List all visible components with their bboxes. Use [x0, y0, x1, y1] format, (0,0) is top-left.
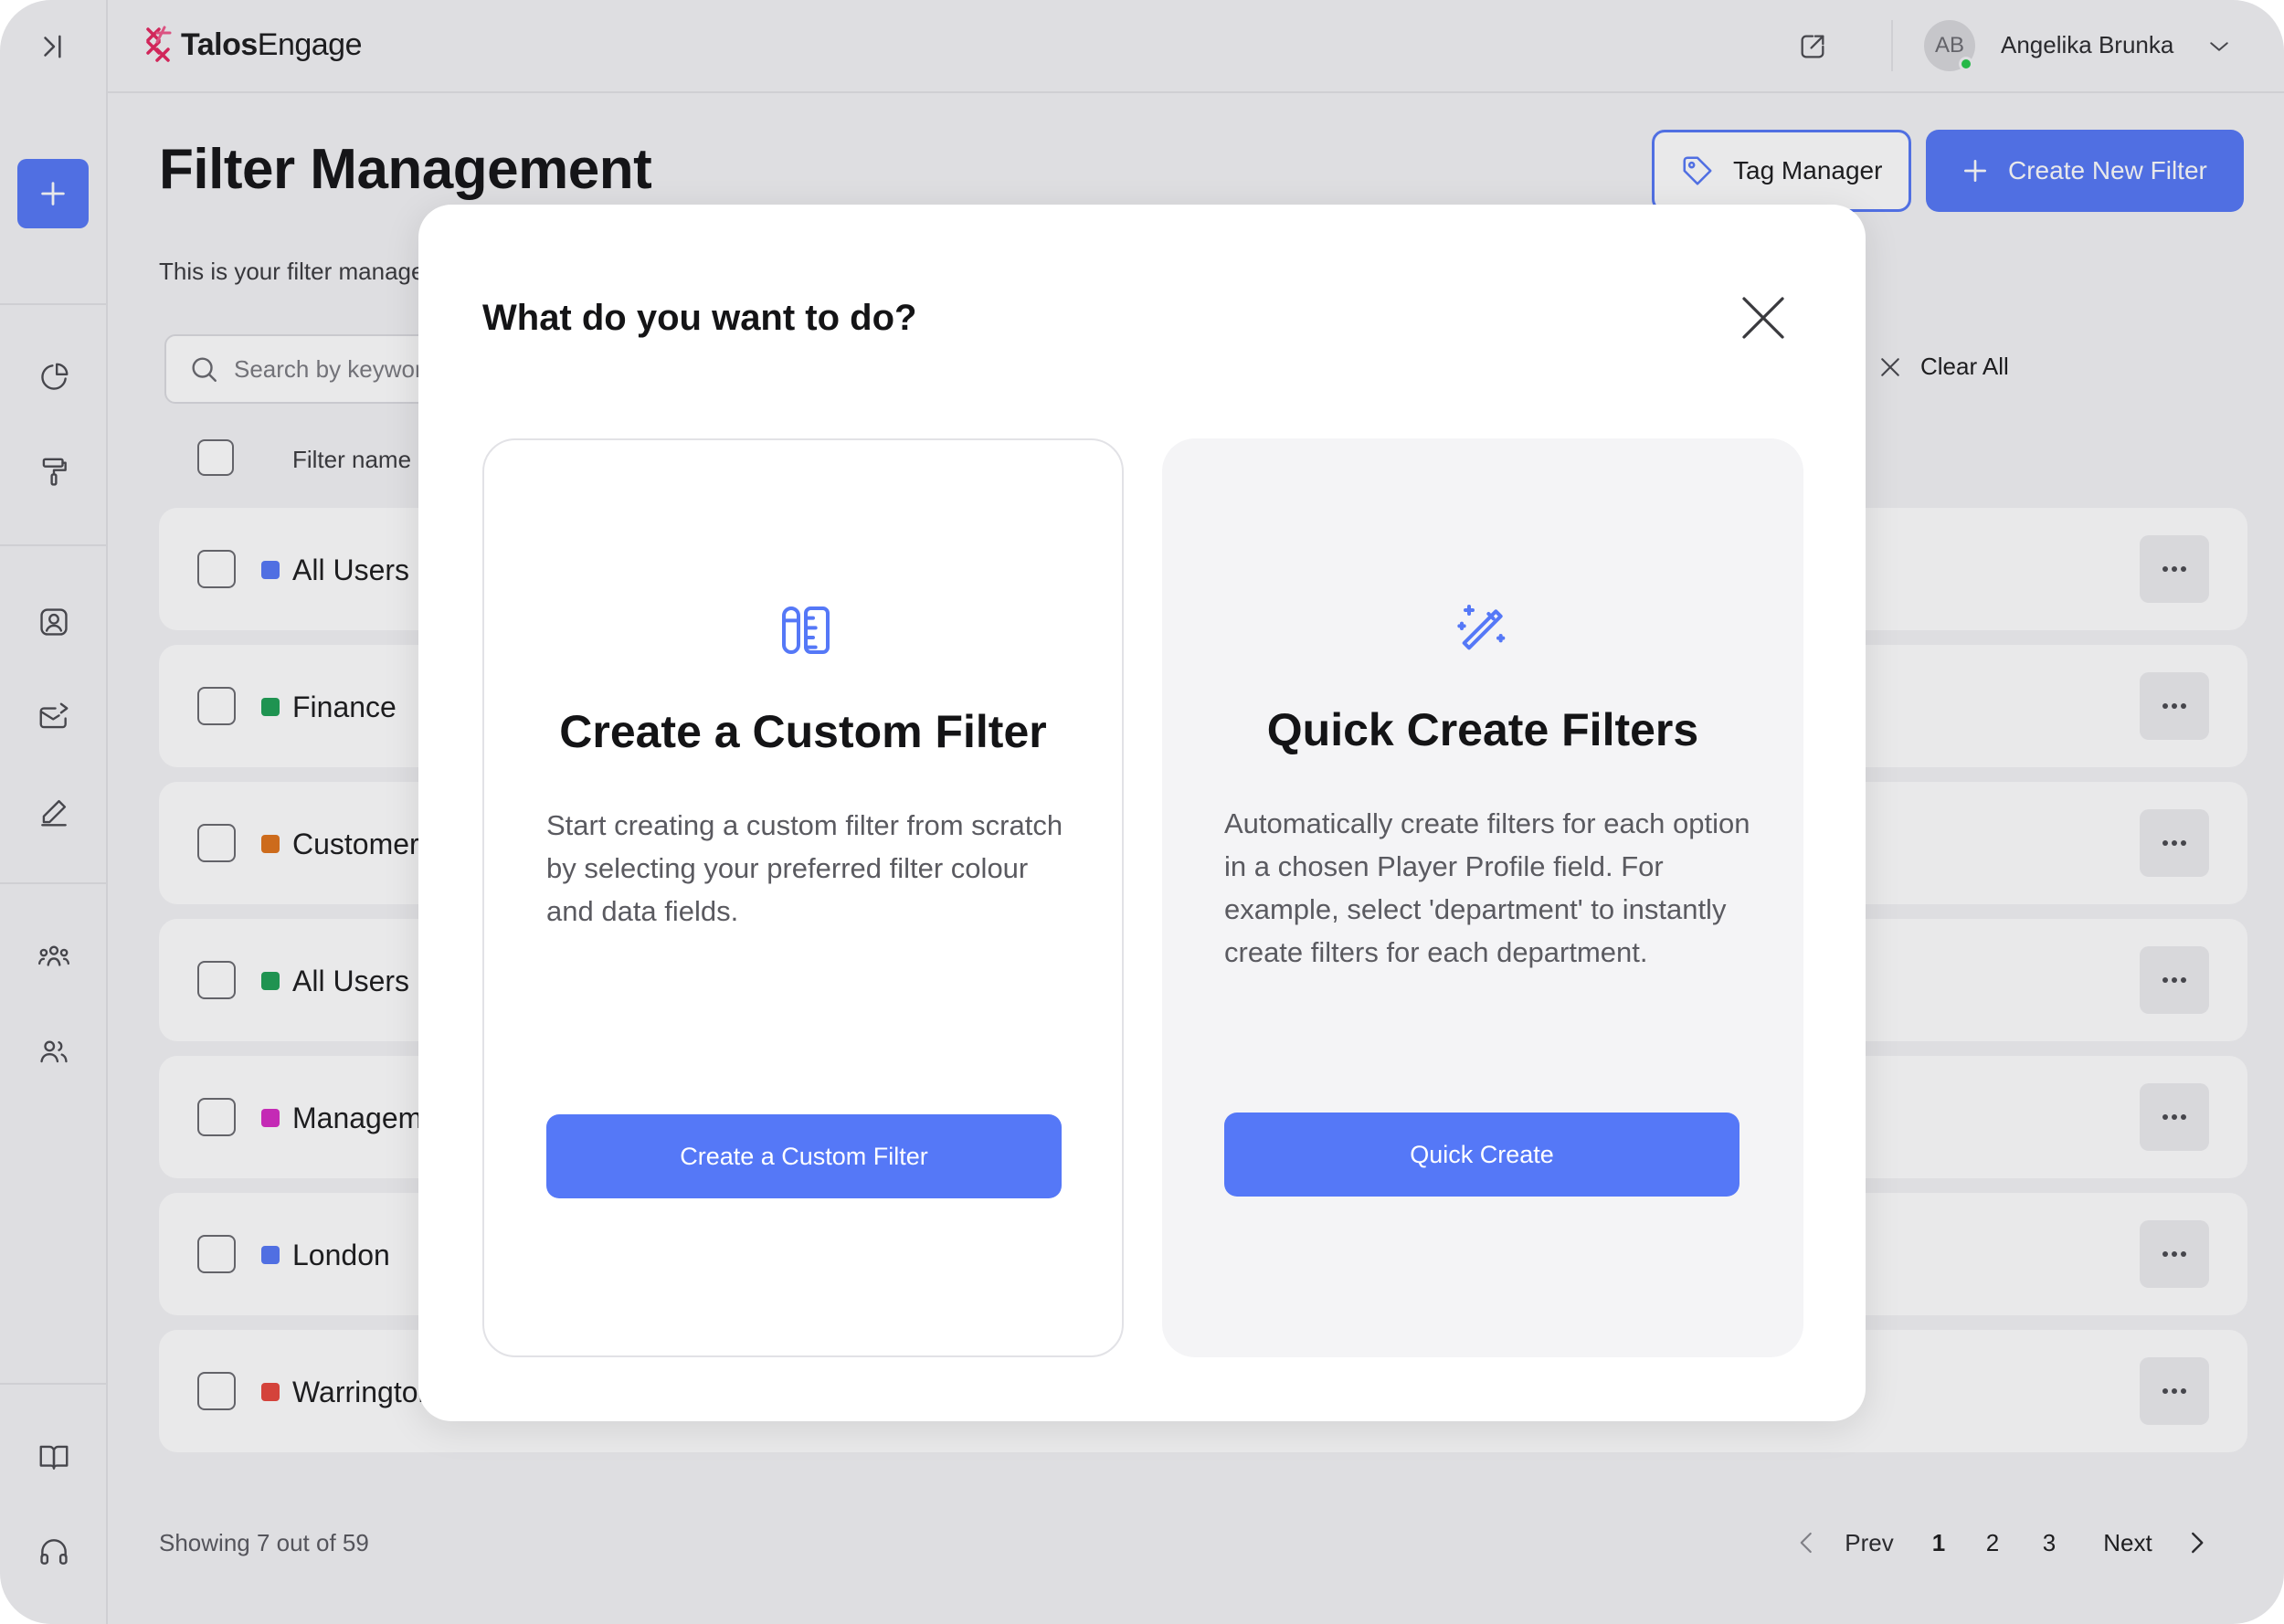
magic-wand-icon — [1457, 605, 1506, 650]
custom-filter-description: Start creating a custom filter from scra… — [546, 809, 1063, 927]
create-filter-modal: What do you want to do? Create a Custom … — [418, 205, 1866, 1421]
quick-create-card[interactable]: Quick Create Filters Automatically creat… — [1162, 438, 1803, 1357]
custom-filter-card[interactable]: Create a Custom Filter Start creating a … — [482, 438, 1124, 1357]
quick-create-button[interactable]: Quick Create — [1224, 1113, 1739, 1197]
custom-filter-title: Create a Custom Filter — [559, 706, 1047, 757]
quick-create-description: Automatically create filters for each op… — [1224, 807, 1750, 968]
pen-ruler-icon — [782, 606, 830, 654]
close-icon[interactable] — [1738, 292, 1789, 343]
modal-title: What do you want to do? — [482, 298, 917, 338]
create-custom-filter-button[interactable]: Create a Custom Filter — [546, 1114, 1062, 1198]
quick-create-title: Quick Create Filters — [1266, 704, 1699, 755]
app-window: TalosEngage AB Angelika Brunka Filter Ma… — [0, 0, 2284, 1624]
